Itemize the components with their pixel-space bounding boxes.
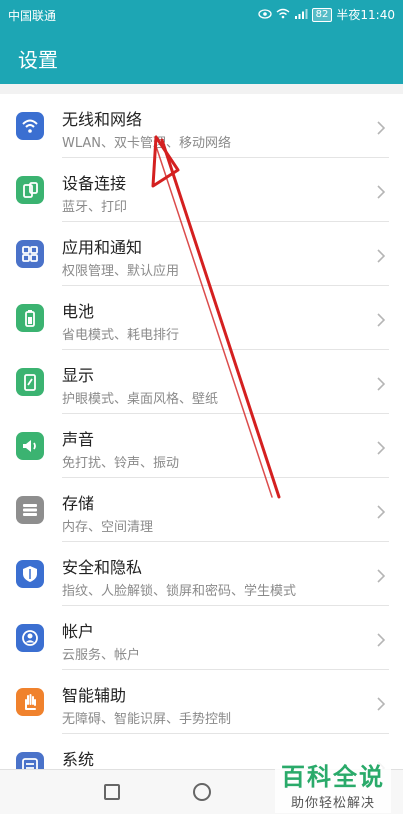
chevron-right-icon — [377, 504, 386, 523]
settings-item-title: 应用和通知 — [62, 238, 143, 257]
watermark-logo: 百科全说 — [281, 763, 385, 791]
chevron-right-icon — [377, 376, 386, 395]
watermark: 百科全说 助你轻松解决 — [275, 755, 391, 813]
settings-item-title: 系统 — [62, 750, 95, 769]
settings-item-subtitle: WLAN、双卡管理、移动网络 — [62, 136, 232, 151]
eye-icon — [258, 8, 272, 22]
settings-item-title: 存储 — [62, 494, 95, 513]
device-connect-icon — [16, 176, 44, 204]
settings-item-subtitle: 无障碍、智能识屏、手势控制 — [62, 712, 232, 727]
apps-icon — [16, 240, 44, 268]
sound-icon — [16, 432, 44, 460]
app-bar: 设置 — [0, 30, 403, 84]
settings-item-title: 帐户 — [62, 622, 95, 641]
chevron-right-icon — [377, 632, 386, 651]
settings-item-sound[interactable]: 声音免打扰、铃声、振动 — [0, 414, 403, 478]
chevron-right-icon — [377, 312, 386, 331]
settings-item-subtitle: 省电模式、耗电排行 — [62, 328, 180, 343]
settings-item-subtitle: 护眼模式、桌面风格、壁纸 — [62, 392, 219, 407]
account-icon — [16, 624, 44, 652]
status-icons: 82 半夜11:40 — [258, 6, 395, 23]
battery-icon — [16, 304, 44, 332]
settings-item-title: 显示 — [62, 366, 95, 385]
settings-item-display[interactable]: 显示护眼模式、桌面风格、壁纸 — [0, 350, 403, 414]
watermark-slogan: 助你轻松解决 — [290, 796, 375, 811]
settings-item-title: 智能辅助 — [62, 686, 127, 705]
display-icon — [16, 368, 44, 396]
settings-item-subtitle: 内存、空间清理 — [62, 520, 154, 535]
settings-item-title: 设备连接 — [62, 174, 127, 193]
chevron-right-icon — [377, 440, 386, 459]
clock: 半夜11:40 — [336, 8, 395, 22]
recents-icon[interactable] — [104, 784, 120, 800]
chevron-right-icon — [377, 120, 386, 139]
chevron-right-icon — [377, 248, 386, 267]
settings-item-title: 安全和隐私 — [62, 558, 143, 577]
shield-icon — [16, 560, 44, 588]
settings-item-subtitle: 蓝牙、打印 — [62, 200, 128, 215]
settings-item-subtitle: 云服务、帐户 — [62, 648, 141, 663]
settings-item-wifi[interactable]: 无线和网络 WLAN、双卡管理、移动网络 — [0, 94, 403, 158]
hand-icon — [16, 688, 44, 716]
page-title: 设置 — [18, 48, 58, 72]
settings-item-title: 无线和网络 — [62, 110, 143, 129]
settings-item-subtitle: 免打扰、铃声、振动 — [62, 456, 180, 471]
battery-indicator: 82 — [311, 7, 333, 22]
wifi-icon — [276, 8, 290, 22]
signal-icon — [294, 8, 308, 22]
settings-item-battery[interactable]: 电池省电模式、耗电排行 — [0, 286, 403, 350]
settings-item-title: 电池 — [62, 302, 95, 321]
settings-item-apps[interactable]: 应用和通知权限管理、默认应用 — [0, 222, 403, 286]
chevron-right-icon — [377, 568, 386, 587]
settings-item-hand[interactable]: 智能辅助无障碍、智能识屏、手势控制 — [0, 670, 403, 734]
settings-item-subtitle: 指纹、人脸解锁、锁屏和密码、学生模式 — [62, 584, 297, 599]
settings-item-device-connect[interactable]: 设备连接 蓝牙、打印 — [0, 158, 403, 222]
chevron-right-icon — [377, 696, 386, 715]
settings-item-shield[interactable]: 安全和隐私指纹、人脸解锁、锁屏和密码、学生模式 — [0, 542, 403, 606]
home-icon[interactable] — [193, 783, 211, 801]
settings-item-storage[interactable]: 存储 内存、空间清理 — [0, 478, 403, 542]
wifi-icon — [16, 112, 44, 140]
settings-item-subtitle: 权限管理、默认应用 — [62, 264, 180, 279]
carrier-label: 中国联通 — [8, 9, 57, 23]
chevron-right-icon — [377, 184, 386, 203]
storage-icon — [16, 496, 44, 524]
settings-item-title: 声音 — [62, 430, 95, 449]
settings-item-account[interactable]: 帐户 云服务、帐户 — [0, 606, 403, 670]
settings-list: 无线和网络 WLAN、双卡管理、移动网络设备连接蓝牙、打印应用和通知权限管理、默认… — [0, 94, 403, 798]
status-bar: 中国联通 82 半夜11:40 — [0, 0, 403, 30]
